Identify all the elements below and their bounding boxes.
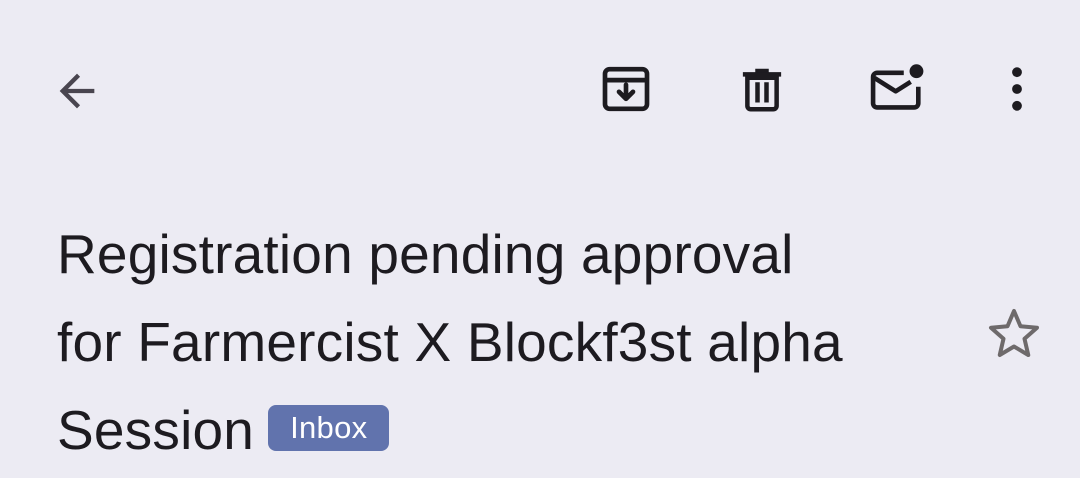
subject-line: Session Inbox xyxy=(57,386,957,474)
email-subject: Registration pending approval for Farmer… xyxy=(57,210,957,474)
arrow-back-icon xyxy=(59,73,95,109)
trash-icon xyxy=(742,68,782,112)
archive-button[interactable] xyxy=(590,53,662,125)
more-options-button[interactable] xyxy=(981,53,1053,125)
delete-button[interactable] xyxy=(726,53,798,125)
email-header: Registration pending approval for Farmer… xyxy=(0,190,1080,478)
mark-unread-icon xyxy=(870,64,924,110)
mark-unread-button[interactable] xyxy=(862,53,934,125)
subject-line: for Farmercist X Blockf3st alpha xyxy=(57,311,843,373)
inbox-label-chip[interactable]: Inbox xyxy=(268,405,390,452)
archive-icon xyxy=(602,66,650,112)
top-app-bar xyxy=(0,0,1080,180)
more-vert-icon xyxy=(1012,67,1022,111)
subject-line-text: Session xyxy=(57,399,255,461)
star-button[interactable] xyxy=(978,298,1050,370)
back-button[interactable] xyxy=(41,55,113,127)
star-outline-icon xyxy=(989,309,1039,357)
subject-line: Registration pending approval xyxy=(57,223,794,285)
